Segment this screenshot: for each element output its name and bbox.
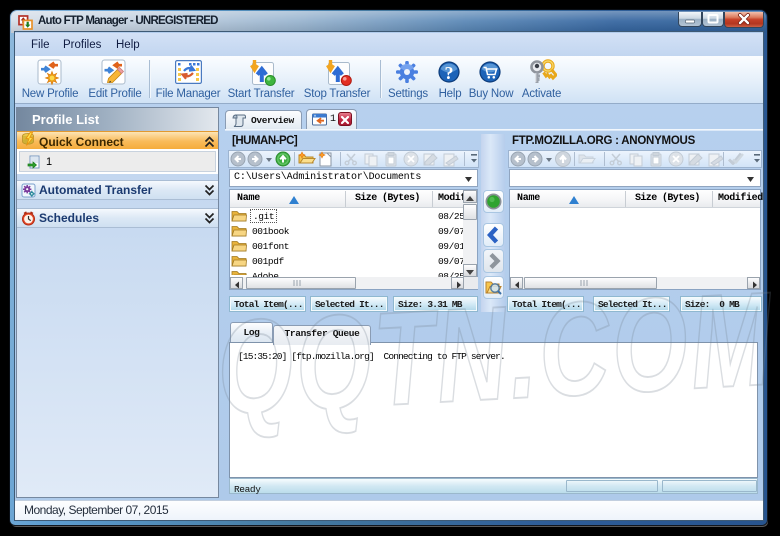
svg-text:?: ?: [445, 63, 454, 83]
